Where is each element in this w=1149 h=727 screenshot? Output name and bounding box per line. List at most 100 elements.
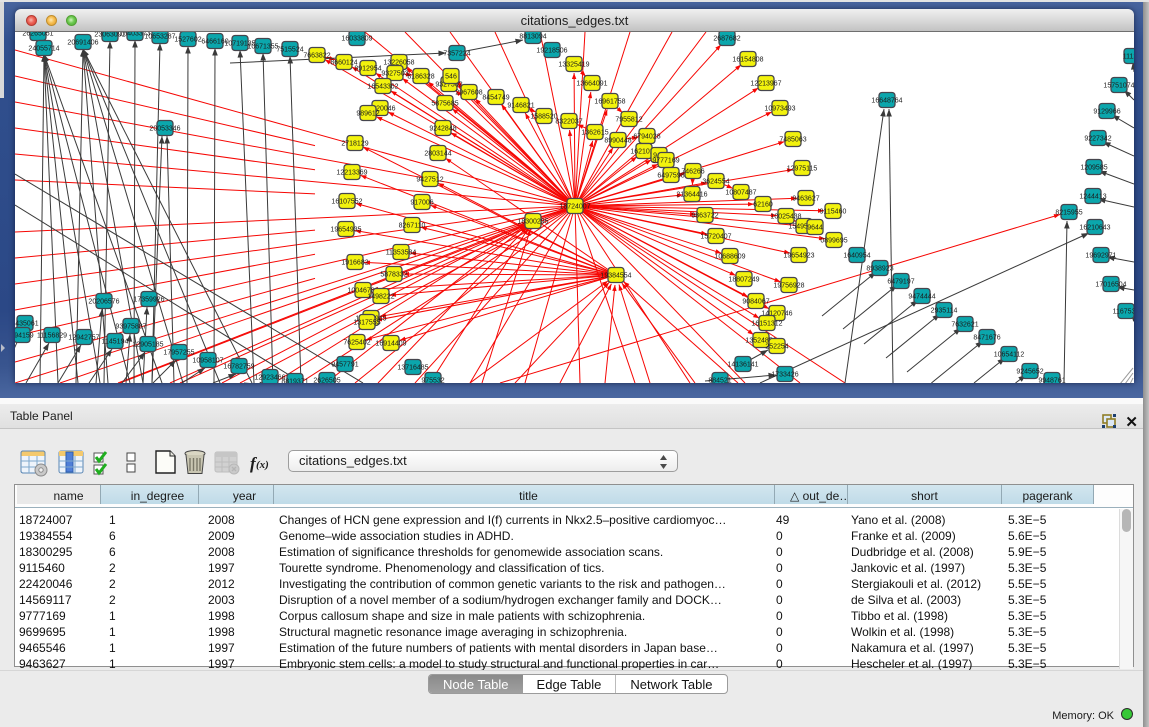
svg-text:13716485: 13716485 (397, 364, 428, 371)
svg-text:1145194: 1145194 (102, 338, 129, 345)
svg-text:1244413: 1244413 (1079, 193, 1106, 200)
svg-text:10688609: 10688609 (714, 253, 745, 260)
svg-text:93975887: 93975887 (115, 323, 146, 330)
svg-text:7955812: 7955812 (615, 116, 642, 123)
svg-text:8322037: 8322037 (555, 118, 582, 125)
svg-text:3624554: 3624554 (702, 178, 729, 185)
svg-text:10807487: 10807487 (725, 189, 756, 196)
svg-text:12213369: 12213369 (336, 169, 367, 176)
svg-text:19756928: 19756928 (773, 282, 804, 289)
svg-text:5878332: 5878332 (380, 271, 407, 278)
svg-text:9474444: 9474444 (908, 293, 935, 300)
svg-text:12975115: 12975115 (787, 165, 818, 172)
svg-text:975532: 975532 (421, 377, 444, 383)
svg-text:11123: 11123 (1123, 53, 1134, 60)
svg-text:884521: 884521 (708, 377, 731, 383)
svg-text:2935114: 2935114 (931, 307, 958, 314)
svg-text:7357224: 7357224 (443, 50, 470, 57)
svg-text:9146821: 9146821 (507, 102, 534, 109)
svg-text:17957255: 17957255 (163, 349, 194, 356)
svg-text:18300295: 18300295 (517, 218, 548, 225)
svg-text:2718129: 2718129 (341, 140, 368, 147)
svg-text:1916682: 1916682 (341, 259, 368, 266)
svg-text:6794028: 6794028 (633, 133, 660, 140)
svg-text:10654112: 10654112 (994, 351, 1025, 358)
svg-text:14136141: 14136141 (727, 361, 758, 368)
svg-text:26265051: 26265051 (22, 32, 53, 37)
svg-text:9084067: 9084067 (742, 298, 769, 305)
svg-text:18807249: 18807249 (728, 276, 759, 283)
svg-text:9435061: 9435061 (15, 320, 39, 327)
svg-text:9863722: 9863722 (691, 212, 718, 219)
svg-text:19654935: 19654935 (330, 226, 361, 233)
svg-text:7625402: 7625402 (343, 339, 370, 346)
svg-text:16151312: 16151312 (751, 320, 782, 327)
svg-text:8813094: 8813094 (519, 33, 546, 40)
svg-text:16648764: 16648764 (871, 97, 902, 104)
svg-text:8819371: 8819371 (281, 378, 308, 383)
svg-text:546: 546 (445, 73, 457, 80)
svg-text:8471676: 8471676 (973, 334, 1000, 341)
svg-text:9948761: 9948761 (1038, 377, 1065, 383)
svg-text:8454749: 8454749 (482, 94, 509, 101)
svg-text:7663822: 7663822 (303, 52, 330, 59)
svg-text:2626505: 2626505 (313, 377, 340, 383)
svg-text:0899695: 0899695 (820, 237, 847, 244)
svg-text:21364416: 21364416 (676, 191, 707, 198)
svg-text:17359926: 17359926 (133, 296, 164, 303)
svg-text:(x): (x) (256, 459, 269, 471)
svg-text:1588520: 1588520 (530, 113, 557, 120)
svg-text:9427512: 9427512 (416, 176, 443, 183)
svg-text:1209585: 1209585 (1080, 164, 1107, 171)
svg-text:7485063: 7485063 (779, 136, 806, 143)
svg-text:917006: 917006 (410, 199, 433, 206)
svg-text:16210643: 16210643 (1079, 224, 1110, 231)
svg-text:9644: 9644 (807, 224, 823, 231)
svg-text:1362615: 1362615 (581, 129, 608, 136)
svg-text:6479197: 6479197 (887, 278, 914, 285)
svg-text:19692971: 19692971 (1085, 252, 1116, 259)
svg-text:9227342: 9227342 (1084, 135, 1111, 142)
svg-text:252254: 252254 (765, 343, 788, 350)
svg-text:19218506: 19218506 (536, 47, 567, 54)
svg-text:5875685: 5875685 (431, 100, 458, 107)
svg-text:17016504: 17016504 (1095, 281, 1126, 288)
svg-text:8938923: 8938923 (866, 265, 893, 272)
svg-text:9129966: 9129966 (1093, 108, 1120, 115)
svg-text:1527602: 1527602 (174, 36, 201, 43)
svg-text:18724007: 18724007 (559, 203, 590, 210)
svg-text:13664091: 13664091 (576, 80, 607, 87)
svg-text:16961758: 16961758 (594, 98, 625, 105)
svg-text:16543362: 16543362 (367, 83, 398, 90)
svg-text:989612: 989612 (356, 110, 379, 117)
svg-text:11353584: 11353584 (386, 249, 417, 256)
svg-text:24055714: 24055714 (28, 45, 59, 52)
svg-text:20206576: 20206576 (88, 298, 119, 305)
svg-text:13325419: 13325419 (558, 61, 589, 68)
svg-text:394159: 394159 (15, 332, 34, 339)
svg-text:1317555: 1317555 (353, 319, 380, 326)
svg-text:10653287: 10653287 (144, 33, 175, 40)
svg-text:62160: 62160 (753, 201, 773, 208)
svg-text:8267110: 8267110 (399, 222, 426, 229)
svg-text:9115460: 9115460 (820, 208, 847, 215)
svg-text:9242848: 9242848 (429, 125, 456, 132)
svg-text:12213967: 12213967 (750, 80, 781, 87)
svg-text:15751074: 15751074 (1103, 82, 1134, 89)
svg-text:8912954: 8912954 (354, 65, 381, 72)
svg-text:12942757: 12942757 (68, 334, 99, 341)
svg-text:2803144: 2803144 (424, 150, 451, 157)
svg-text:9777169: 9777169 (652, 157, 679, 164)
svg-text:8186328: 8186328 (407, 73, 434, 80)
svg-text:20053346: 20053346 (149, 125, 180, 132)
svg-text:1640954: 1640954 (843, 252, 870, 259)
svg-text:7515524: 7515524 (276, 46, 303, 53)
svg-text:16914409: 16914409 (375, 340, 406, 347)
svg-text:9245652: 9245652 (1016, 368, 1043, 375)
svg-text:20691406: 20691406 (67, 39, 98, 46)
svg-text:8215955: 8215955 (1055, 209, 1082, 216)
svg-text:7632621: 7632621 (951, 321, 978, 328)
svg-text:11156829: 11156829 (37, 332, 67, 339)
svg-text:12905185: 12905185 (132, 341, 163, 348)
svg-text:2967608: 2967608 (455, 89, 482, 96)
